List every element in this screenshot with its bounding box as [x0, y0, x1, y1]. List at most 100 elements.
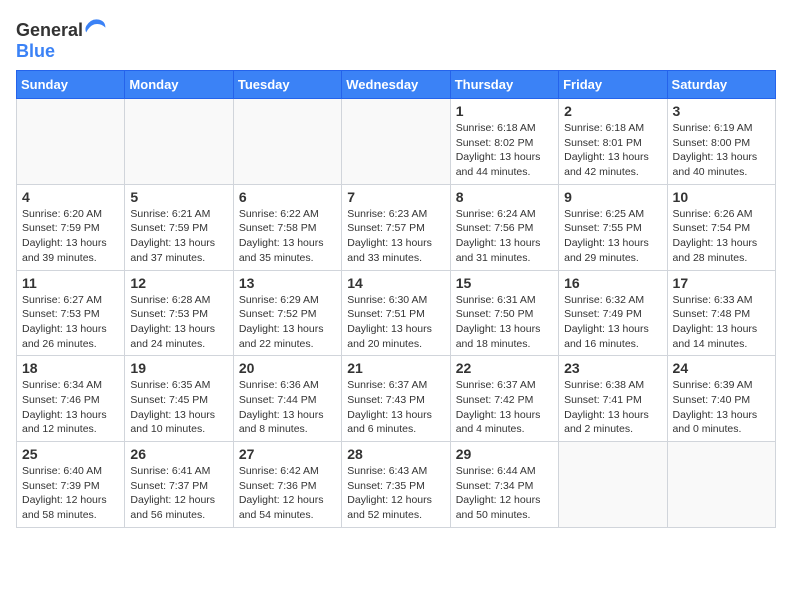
- calendar-cell: 3 Sunrise: 6:19 AMSunset: 8:00 PMDaylight…: [667, 99, 775, 185]
- day-info: Sunrise: 6:44 AMSunset: 7:34 PMDaylight:…: [456, 464, 553, 523]
- day-info: Sunrise: 6:37 AMSunset: 7:42 PMDaylight:…: [456, 378, 553, 437]
- day-info: Sunrise: 6:42 AMSunset: 7:36 PMDaylight:…: [239, 464, 336, 523]
- day-number: 22: [456, 360, 553, 376]
- calendar-cell: 9 Sunrise: 6:25 AMSunset: 7:55 PMDaylight…: [559, 184, 667, 270]
- calendar-cell: [233, 99, 341, 185]
- day-number: 1: [456, 103, 553, 119]
- day-info: Sunrise: 6:31 AMSunset: 7:50 PMDaylight:…: [456, 293, 553, 352]
- calendar-cell: 10 Sunrise: 6:26 AMSunset: 7:54 PMDayligh…: [667, 184, 775, 270]
- day-info: Sunrise: 6:27 AMSunset: 7:53 PMDaylight:…: [22, 293, 119, 352]
- day-info: Sunrise: 6:25 AMSunset: 7:55 PMDaylight:…: [564, 207, 661, 266]
- day-number: 5: [130, 189, 227, 205]
- calendar-cell: [342, 99, 450, 185]
- day-number: 8: [456, 189, 553, 205]
- calendar-cell: 26 Sunrise: 6:41 AMSunset: 7:37 PMDayligh…: [125, 442, 233, 528]
- day-number: 25: [22, 446, 119, 462]
- day-number: 3: [673, 103, 770, 119]
- day-info: Sunrise: 6:18 AMSunset: 8:02 PMDaylight:…: [456, 121, 553, 180]
- day-number: 18: [22, 360, 119, 376]
- calendar-cell: [667, 442, 775, 528]
- day-number: 19: [130, 360, 227, 376]
- day-info: Sunrise: 6:40 AMSunset: 7:39 PMDaylight:…: [22, 464, 119, 523]
- calendar-cell: [125, 99, 233, 185]
- day-number: 13: [239, 275, 336, 291]
- calendar-cell: 22 Sunrise: 6:37 AMSunset: 7:42 PMDayligh…: [450, 356, 558, 442]
- logo: General Blue: [16, 16, 107, 62]
- day-number: 10: [673, 189, 770, 205]
- calendar-cell: 29 Sunrise: 6:44 AMSunset: 7:34 PMDayligh…: [450, 442, 558, 528]
- day-info: Sunrise: 6:29 AMSunset: 7:52 PMDaylight:…: [239, 293, 336, 352]
- day-number: 17: [673, 275, 770, 291]
- day-info: Sunrise: 6:26 AMSunset: 7:54 PMDaylight:…: [673, 207, 770, 266]
- header-day-saturday: Saturday: [667, 71, 775, 99]
- calendar-week-row: 25 Sunrise: 6:40 AMSunset: 7:39 PMDayligh…: [17, 442, 776, 528]
- calendar-cell: 23Sunrise: 6:38 AMSunset: 7:41 PMDayligh…: [559, 356, 667, 442]
- calendar-cell: 16 Sunrise: 6:32 AMSunset: 7:49 PMDayligh…: [559, 270, 667, 356]
- calendar-cell: 15 Sunrise: 6:31 AMSunset: 7:50 PMDayligh…: [450, 270, 558, 356]
- day-number: 6: [239, 189, 336, 205]
- day-info: Sunrise: 6:20 AMSunset: 7:59 PMDaylight:…: [22, 207, 119, 266]
- day-info: Sunrise: 6:28 AMSunset: 7:53 PMDaylight:…: [130, 293, 227, 352]
- calendar-cell: [559, 442, 667, 528]
- day-info: Sunrise: 6:22 AMSunset: 7:58 PMDaylight:…: [239, 207, 336, 266]
- day-number: 26: [130, 446, 227, 462]
- day-number: 29: [456, 446, 553, 462]
- day-info: Sunrise: 6:30 AMSunset: 7:51 PMDaylight:…: [347, 293, 444, 352]
- calendar-cell: 4 Sunrise: 6:20 AMSunset: 7:59 PMDaylight…: [17, 184, 125, 270]
- day-number: 4: [22, 189, 119, 205]
- day-info: Sunrise: 6:36 AMSunset: 7:44 PMDaylight:…: [239, 378, 336, 437]
- calendar-week-row: 4 Sunrise: 6:20 AMSunset: 7:59 PMDaylight…: [17, 184, 776, 270]
- calendar-week-row: 18 Sunrise: 6:34 AMSunset: 7:46 PMDayligh…: [17, 356, 776, 442]
- header-day-tuesday: Tuesday: [233, 71, 341, 99]
- day-number: 7: [347, 189, 444, 205]
- calendar-cell: 11 Sunrise: 6:27 AMSunset: 7:53 PMDayligh…: [17, 270, 125, 356]
- day-number: 20: [239, 360, 336, 376]
- day-number: 23: [564, 360, 661, 376]
- header-day-wednesday: Wednesday: [342, 71, 450, 99]
- logo-bird-icon: [83, 16, 107, 36]
- day-info: Sunrise: 6:24 AMSunset: 7:56 PMDaylight:…: [456, 207, 553, 266]
- day-number: 16: [564, 275, 661, 291]
- calendar-week-row: 1 Sunrise: 6:18 AMSunset: 8:02 PMDaylight…: [17, 99, 776, 185]
- calendar-cell: 5Sunrise: 6:21 AMSunset: 7:59 PMDaylight…: [125, 184, 233, 270]
- header-day-friday: Friday: [559, 71, 667, 99]
- day-number: 15: [456, 275, 553, 291]
- day-info: Sunrise: 6:19 AMSunset: 8:00 PMDaylight:…: [673, 121, 770, 180]
- day-info: Sunrise: 6:35 AMSunset: 7:45 PMDaylight:…: [130, 378, 227, 437]
- day-info: Sunrise: 6:32 AMSunset: 7:49 PMDaylight:…: [564, 293, 661, 352]
- day-info: Sunrise: 6:41 AMSunset: 7:37 PMDaylight:…: [130, 464, 227, 523]
- calendar-cell: 1 Sunrise: 6:18 AMSunset: 8:02 PMDaylight…: [450, 99, 558, 185]
- logo-general: General: [16, 20, 83, 40]
- calendar-cell: 13 Sunrise: 6:29 AMSunset: 7:52 PMDayligh…: [233, 270, 341, 356]
- logo-text: General Blue: [16, 16, 107, 62]
- calendar-cell: 19 Sunrise: 6:35 AMSunset: 7:45 PMDayligh…: [125, 356, 233, 442]
- calendar-cell: 24Sunrise: 6:39 AMSunset: 7:40 PMDayligh…: [667, 356, 775, 442]
- day-number: 9: [564, 189, 661, 205]
- day-number: 28: [347, 446, 444, 462]
- day-number: 11: [22, 275, 119, 291]
- calendar-cell: 8 Sunrise: 6:24 AMSunset: 7:56 PMDaylight…: [450, 184, 558, 270]
- calendar-cell: 17 Sunrise: 6:33 AMSunset: 7:48 PMDayligh…: [667, 270, 775, 356]
- day-number: 2: [564, 103, 661, 119]
- page-header: General Blue: [16, 16, 776, 62]
- day-info: Sunrise: 6:34 AMSunset: 7:46 PMDaylight:…: [22, 378, 119, 437]
- calendar-cell: 2 Sunrise: 6:18 AMSunset: 8:01 PMDaylight…: [559, 99, 667, 185]
- day-info: Sunrise: 6:33 AMSunset: 7:48 PMDaylight:…: [673, 293, 770, 352]
- day-info: Sunrise: 6:18 AMSunset: 8:01 PMDaylight:…: [564, 121, 661, 180]
- header-day-monday: Monday: [125, 71, 233, 99]
- header-day-thursday: Thursday: [450, 71, 558, 99]
- calendar-cell: 12Sunrise: 6:28 AMSunset: 7:53 PMDayligh…: [125, 270, 233, 356]
- calendar-cell: 7Sunrise: 6:23 AMSunset: 7:57 PMDaylight…: [342, 184, 450, 270]
- calendar-cell: 20 Sunrise: 6:36 AMSunset: 7:44 PMDayligh…: [233, 356, 341, 442]
- day-number: 27: [239, 446, 336, 462]
- day-info: Sunrise: 6:43 AMSunset: 7:35 PMDaylight:…: [347, 464, 444, 523]
- calendar-cell: 14Sunrise: 6:30 AMSunset: 7:51 PMDayligh…: [342, 270, 450, 356]
- header-day-sunday: Sunday: [17, 71, 125, 99]
- calendar-week-row: 11 Sunrise: 6:27 AMSunset: 7:53 PMDayligh…: [17, 270, 776, 356]
- calendar-header-row: SundayMondayTuesdayWednesdayThursdayFrid…: [17, 71, 776, 99]
- calendar-cell: 6 Sunrise: 6:22 AMSunset: 7:58 PMDaylight…: [233, 184, 341, 270]
- calendar-cell: 27 Sunrise: 6:42 AMSunset: 7:36 PMDayligh…: [233, 442, 341, 528]
- calendar-cell: 28 Sunrise: 6:43 AMSunset: 7:35 PMDayligh…: [342, 442, 450, 528]
- calendar-table: SundayMondayTuesdayWednesdayThursdayFrid…: [16, 70, 776, 528]
- calendar-cell: 18 Sunrise: 6:34 AMSunset: 7:46 PMDayligh…: [17, 356, 125, 442]
